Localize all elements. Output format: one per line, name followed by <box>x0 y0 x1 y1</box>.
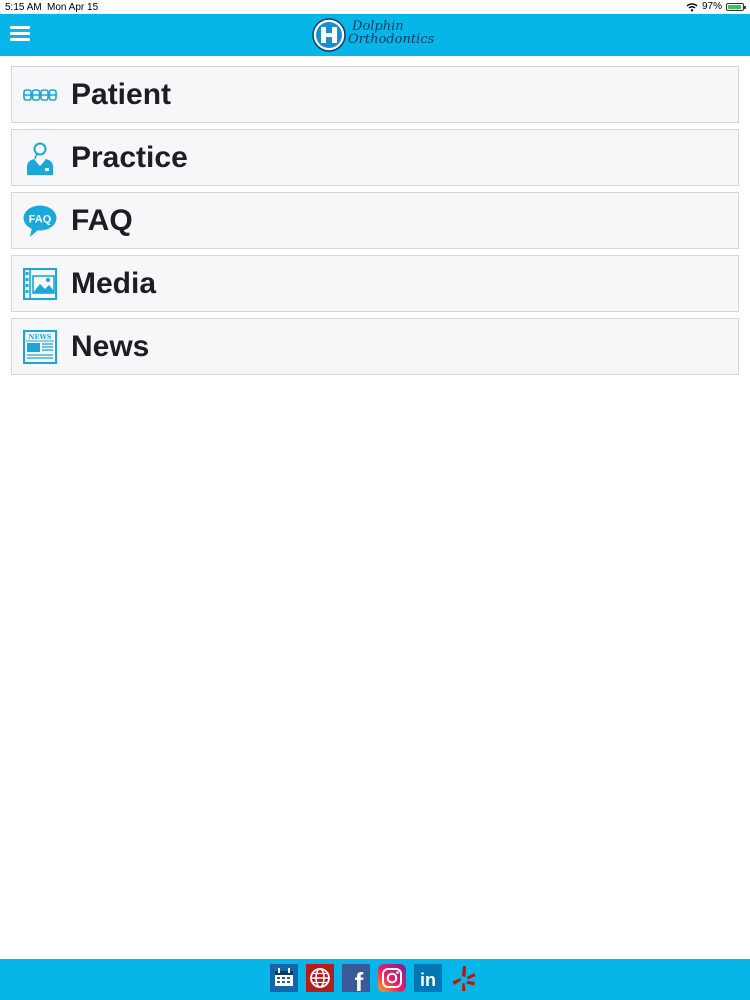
menu-item-label: Media <box>71 267 157 300</box>
status-bar: 5:15 AM Mon Apr 15 97% <box>0 0 750 14</box>
menu-item-practice[interactable]: Practice <box>11 129 739 186</box>
instagram-icon[interactable] <box>378 964 406 992</box>
hamburger-menu-button[interactable] <box>10 26 30 42</box>
status-right: 97% <box>686 1 746 12</box>
main-menu-list: Patient Practice FAQ FAQ Media NEWS News <box>11 66 739 381</box>
yelp-icon[interactable] <box>450 964 478 992</box>
battery-percent: 97% <box>701 1 722 12</box>
website-icon[interactable] <box>306 964 334 992</box>
wifi-icon <box>686 2 698 11</box>
braces-icon <box>23 89 57 101</box>
menu-item-label: FAQ <box>71 204 133 237</box>
calendar-icon[interactable] <box>270 964 298 992</box>
menu-item-label: Patient <box>71 78 172 111</box>
logo-line-2: Orthodontics <box>348 32 435 47</box>
faq-icon-text: FAQ <box>29 214 52 226</box>
dolphin-orthodontics-logo: Dolphin Orthodontics <box>312 17 442 53</box>
newspaper-icon: NEWS <box>23 330 57 364</box>
faq-icon: FAQ <box>23 205 57 237</box>
linkedin-glyph: in <box>420 970 436 990</box>
linkedin-icon[interactable]: in <box>414 964 442 992</box>
menu-item-faq[interactable]: FAQ FAQ <box>11 192 739 249</box>
menu-item-label: Practice <box>71 141 188 174</box>
menu-item-patient[interactable]: Patient <box>11 66 739 123</box>
facebook-glyph: f <box>355 967 364 992</box>
logo-text: Dolphin Orthodontics <box>348 20 448 46</box>
battery-icon <box>726 2 746 11</box>
menu-item-news[interactable]: NEWS News <box>11 318 739 375</box>
facebook-icon[interactable]: f <box>342 964 370 992</box>
doctor-icon <box>27 142 53 175</box>
logo-emblem-icon <box>312 18 346 52</box>
status-time: 5:15 AM <box>5 2 42 13</box>
news-icon-text: NEWS <box>29 333 52 341</box>
media-icon <box>23 268 57 300</box>
bottom-social-bar: f in <box>0 959 750 1000</box>
top-bar: Dolphin Orthodontics <box>0 14 750 56</box>
menu-item-label: News <box>71 330 150 363</box>
menu-item-media[interactable]: Media <box>11 255 739 312</box>
status-date: Mon Apr 15 <box>47 2 99 13</box>
